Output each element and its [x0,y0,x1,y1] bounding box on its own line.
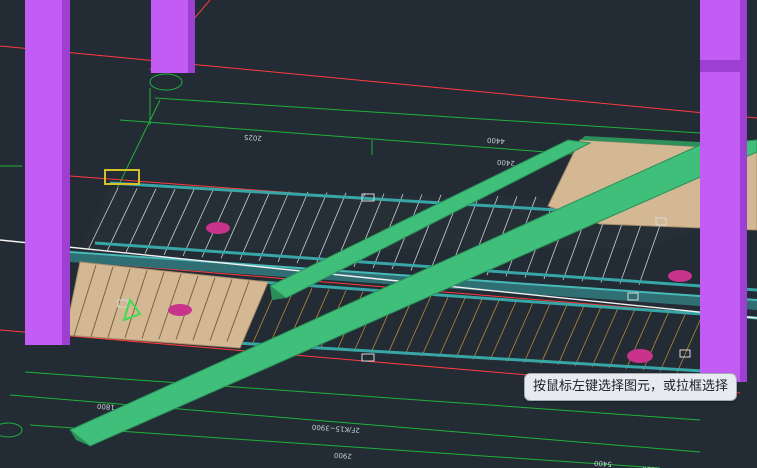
rebar-bar [506,302,534,362]
rebar-bar [540,304,568,364]
rebar-bar [523,303,551,363]
rebar-bar [489,301,517,361]
dim-upper-1: 2025 [244,133,262,142]
dim-lower-2: 2F/K15~3900 [312,423,360,434]
rebar-bar [591,307,619,368]
cad-3d-viewport[interactable]: 2025 4400 2400 1800 2F/K15~3900 2900 540… [0,0,757,468]
dim-lower-1: 1800 [97,402,115,411]
column-top[interactable] [151,0,195,73]
rebar-bar [421,296,449,357]
rebar-bar [574,306,602,367]
rebar-bar [438,297,466,358]
rebar-bar [472,300,500,360]
dim-upper-3: 2400 [497,158,515,167]
selection-hint-tooltip: 按鼠标左键选择图元，或拉框选择 [524,373,738,401]
dim-bottom-1: 5400 [594,459,612,468]
rebar-bar [557,305,585,365]
rebar-bar [455,299,483,359]
dim-lower-3: 2900 [334,451,352,460]
column-right[interactable] [700,0,747,382]
rebar-bar [676,313,704,373]
rebar-bar [659,312,687,372]
column-left[interactable] [25,0,70,345]
dim-upper-2: 4400 [487,136,505,145]
